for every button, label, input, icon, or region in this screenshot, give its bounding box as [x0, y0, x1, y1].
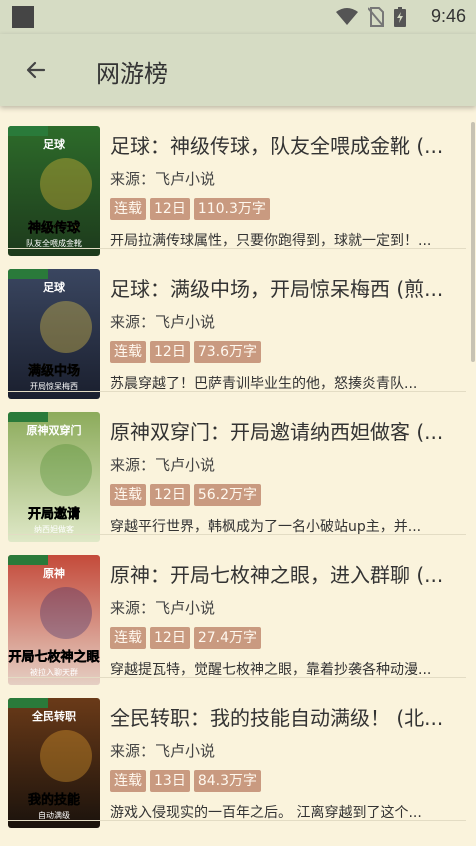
cover-text: 开局惊呆梅西 — [30, 381, 78, 391]
status-badge: 连载 — [110, 198, 146, 220]
book-item[interactable]: 原神双穿门 开局邀请 纳西妲做客 原神双穿门：开局邀请纳西妲做客 (... 来源：飞卢小… — [0, 392, 476, 542]
wifi-icon — [336, 8, 358, 25]
page-title: 网游榜 — [96, 60, 168, 88]
book-description: 苏晨穿越了！巴萨青训毕业生的他，怒揍炎青队... — [110, 376, 418, 392]
book-tags: 连载 12日 27.4万字 — [110, 627, 261, 649]
back-button[interactable] — [18, 52, 54, 88]
word-count-badge: 56.2万字 — [193, 484, 261, 506]
word-count-badge: 73.6万字 — [193, 341, 261, 363]
update-badge: 13日 — [150, 770, 190, 792]
update-badge: 12日 — [150, 484, 190, 506]
book-source: 来源：飞卢小说 — [110, 599, 216, 617]
book-cover[interactable]: 足球神级传球队友全喂成金靴 — [8, 126, 100, 256]
book-title[interactable]: 足球：满级中场，开局惊呆梅西 (煎... — [110, 273, 468, 302]
book-tags: 连载 12日 110.3万字 — [110, 198, 270, 220]
scrollbar[interactable] — [471, 122, 475, 362]
book-source: 来源：飞卢小说 — [110, 742, 216, 760]
book-source: 来源：飞卢小说 — [110, 313, 216, 331]
notification-icon — [12, 6, 34, 28]
book-tags: 连载 13日 84.3万字 — [110, 770, 261, 792]
cover-text: 满级中场 — [28, 363, 80, 379]
cover-text: 足球 — [43, 137, 66, 151]
status-badge: 连载 — [110, 770, 146, 792]
book-item[interactable]: 足球 满级中场 开局惊呆梅西 足球：满级中场，开局惊呆梅西 (煎... 来源：飞卢小说连… — [0, 249, 476, 399]
book-cover[interactable]: 足球满级中场开局惊呆梅西 — [8, 269, 100, 399]
book-list: 足球 神级传球 队友全喂成金靴 足球：神级传球，队友全喂成金靴 (... 来源：飞卢小说… — [0, 106, 476, 846]
no-sim-icon — [368, 7, 384, 27]
update-badge: 12日 — [150, 627, 190, 649]
cover-text: 原神 — [43, 566, 65, 580]
book-tags: 连载 12日 56.2万字 — [110, 484, 261, 506]
cover-text: 开局邀请 — [28, 506, 80, 522]
book-title[interactable]: 全民转职：我的技能自动满级！ (北... — [110, 702, 468, 731]
status-badge: 连载 — [110, 484, 146, 506]
cover-text: 自动满级 — [38, 810, 70, 820]
cover-text: 原神双穿门 — [27, 423, 82, 437]
book-tags: 连载 12日 73.6万字 — [110, 341, 261, 363]
cover-text: 纳西妲做客 — [34, 524, 74, 534]
divider — [8, 820, 466, 821]
book-cover[interactable]: 全民转职我的技能自动满级 — [8, 698, 100, 828]
status-bar: 9:46 — [0, 0, 476, 34]
update-badge: 12日 — [150, 341, 190, 363]
book-item[interactable]: 足球 神级传球 队友全喂成金靴 足球：神级传球，队友全喂成金靴 (... 来源：飞卢小说… — [0, 106, 476, 256]
arrow-left-icon — [26, 61, 46, 79]
cover-text: 全民转职 — [31, 709, 76, 723]
cover-text: 被拉入聊天群 — [30, 667, 78, 677]
status-time: 9:46 — [430, 6, 466, 26]
cover-text: 开局七枚神之眼 — [8, 649, 100, 665]
book-description: 穿越提瓦特，觉醒七枚神之眼，靠着抄袭各种动漫... — [110, 662, 432, 678]
book-item[interactable]: 全民转职 我的技能 自动满级 全民转职：我的技能自动满级！ (北... 来源：飞卢小说连… — [0, 678, 476, 828]
book-title[interactable]: 足球：神级传球，队友全喂成金靴 (... — [110, 130, 468, 159]
status-badge: 连载 — [110, 627, 146, 649]
book-title[interactable]: 原神双穿门：开局邀请纳西妲做客 (... — [110, 416, 468, 445]
book-description: 开局拉满传球属性，只要你跑得到，球就一定到！... — [110, 233, 432, 249]
update-badge: 12日 — [150, 198, 190, 220]
book-cover[interactable]: 原神开局七枚神之眼被拉入聊天群 — [8, 555, 100, 685]
app-bar: 网游榜 — [0, 34, 476, 106]
status-badge: 连载 — [110, 341, 146, 363]
book-source: 来源：飞卢小说 — [110, 456, 216, 474]
battery-charging-icon — [394, 7, 406, 27]
book-cover[interactable]: 原神双穿门开局邀请纳西妲做客 — [8, 412, 100, 542]
word-count-badge: 27.4万字 — [193, 627, 261, 649]
status-icons — [336, 7, 406, 27]
word-count-badge: 84.3万字 — [193, 770, 261, 792]
book-source: 来源：飞卢小说 — [110, 170, 216, 188]
book-description: 游戏入侵现实的一百年之后。 江离穿越到了这个... — [110, 805, 422, 821]
word-count-badge: 110.3万字 — [193, 198, 270, 220]
cover-text: 神级传球 — [28, 220, 81, 236]
cover-text: 足球 — [43, 280, 66, 294]
book-title[interactable]: 原神：开局七枚神之眼，进入群聊 (... — [110, 559, 468, 588]
book-item[interactable]: 原神 开局七枚神之眼 被拉入聊天群 原神：开局七枚神之眼，进入群聊 (... 来源：飞卢… — [0, 535, 476, 685]
cover-text: 队友全喂成金靴 — [26, 238, 82, 248]
cover-text: 我的技能 — [28, 792, 80, 808]
book-description: 穿越平行世界，韩枫成为了一名小破站up主，并... — [110, 519, 422, 535]
